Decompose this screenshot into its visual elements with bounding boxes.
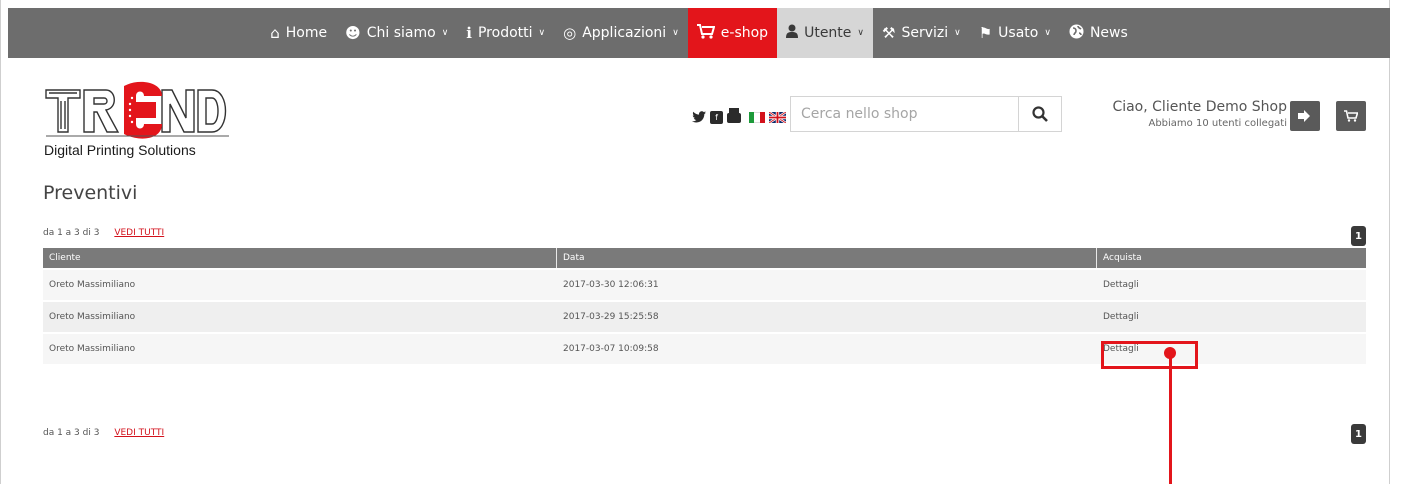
pagination-range: da 1 a 3 di 3 bbox=[43, 228, 100, 238]
home-icon: ⌂ bbox=[270, 24, 280, 42]
twitter-icon[interactable] bbox=[692, 108, 706, 127]
nav-utente-label: Utente bbox=[804, 25, 852, 41]
social-links: f bbox=[692, 108, 787, 127]
search-icon bbox=[1032, 106, 1048, 122]
cell-cliente: Oreto Massimiliano bbox=[49, 344, 136, 354]
logout-icon bbox=[1298, 110, 1310, 122]
nav-usato-label: Usato bbox=[998, 25, 1039, 41]
page-number-badge[interactable]: 1 bbox=[1351, 424, 1366, 444]
column-header-cliente: Cliente bbox=[43, 248, 557, 268]
table-row: Oreto Massimiliano 2017-03-29 15:25:58 D… bbox=[43, 300, 1366, 332]
details-link[interactable]: Dettagli bbox=[1097, 302, 1366, 332]
nav-eshop[interactable]: e-shop bbox=[687, 8, 778, 58]
nav-prodotti[interactable]: ℹ Prodotti ∨ bbox=[457, 8, 554, 58]
chevron-down-icon: ∨ bbox=[1044, 28, 1051, 38]
nav-utente[interactable]: Utente ∨ bbox=[777, 8, 873, 58]
nav-usato[interactable]: ⚑ Usato ∨ bbox=[970, 8, 1060, 58]
callout-dot bbox=[1164, 347, 1176, 359]
pagination-top: da 1 a 3 di 3 VEDI TUTTI bbox=[43, 228, 164, 238]
cart-icon bbox=[696, 23, 716, 43]
column-header-acquista: Acquista bbox=[1103, 253, 1142, 263]
nav-applicazioni-label: Applicazioni bbox=[582, 25, 667, 41]
cell-data: 2017-03-07 10:09:58 bbox=[563, 344, 659, 354]
page-number-badge[interactable]: 1 bbox=[1351, 226, 1366, 246]
uk-flag-icon[interactable] bbox=[768, 108, 787, 127]
nav-news[interactable]: News bbox=[1060, 8, 1137, 58]
cell-cliente: Oreto Massimiliano bbox=[49, 280, 136, 290]
nav-servizi-label: Servizi bbox=[901, 25, 949, 41]
search-input[interactable] bbox=[791, 97, 1018, 131]
nav-applicazioni[interactable]: ◎ Applicazioni ∨ bbox=[554, 8, 688, 58]
cart-button[interactable] bbox=[1336, 101, 1366, 131]
youtube-icon[interactable] bbox=[727, 108, 741, 127]
cell-cliente: Oreto Massimiliano bbox=[49, 312, 136, 322]
trend-logo[interactable]: Digital Printing Solutions bbox=[44, 80, 229, 160]
page-title: Preventivi bbox=[43, 182, 138, 204]
group-icon: ☻ bbox=[345, 24, 361, 42]
chevron-down-icon: ∨ bbox=[954, 28, 961, 38]
pagination-range: da 1 a 3 di 3 bbox=[43, 428, 100, 438]
facebook-icon[interactable]: f bbox=[710, 111, 723, 124]
chevron-down-icon: ∨ bbox=[441, 28, 449, 38]
callout-line bbox=[1169, 353, 1172, 484]
chevron-down-icon: ∨ bbox=[857, 28, 864, 38]
pagination-bottom: da 1 a 3 di 3 VEDI TUTTI bbox=[43, 428, 164, 438]
nav-home-label: Home bbox=[285, 25, 328, 41]
nav-servizi[interactable]: ⚒ Servizi ∨ bbox=[873, 8, 970, 58]
shop-search bbox=[790, 96, 1062, 132]
logo-tagline: Digital Printing Solutions bbox=[44, 142, 196, 158]
user-greeting: Ciao, Cliente Demo Shop bbox=[1112, 99, 1287, 115]
highlight-box bbox=[1101, 341, 1198, 369]
nav-home[interactable]: ⌂ Home bbox=[261, 8, 336, 58]
table-header: Cliente Data Acquista bbox=[43, 248, 1366, 268]
user-icon bbox=[786, 24, 799, 42]
cell-data: 2017-03-30 12:06:31 bbox=[563, 280, 659, 290]
view-all-link[interactable]: VEDI TUTTI bbox=[114, 228, 164, 238]
user-info: Ciao, Cliente Demo Shop Abbiamo 10 utent… bbox=[1112, 99, 1287, 129]
details-link[interactable]: Dettagli bbox=[1097, 270, 1366, 300]
nav-eshop-label: e-shop bbox=[720, 25, 769, 41]
nav-chi-siamo[interactable]: ☻ Chi siamo ∨ bbox=[336, 8, 457, 58]
table-row: Oreto Massimiliano 2017-03-30 12:06:31 D… bbox=[43, 268, 1366, 300]
search-button[interactable] bbox=[1018, 97, 1061, 131]
nav-prodotti-label: Prodotti bbox=[477, 25, 533, 41]
column-header-data: Data bbox=[557, 248, 1097, 268]
chevron-down-icon: ∨ bbox=[672, 28, 679, 38]
online-users-status: Abbiamo 10 utenti collegati bbox=[1148, 118, 1287, 129]
cart-icon bbox=[1344, 110, 1358, 122]
logout-button[interactable] bbox=[1290, 101, 1320, 131]
trend-wordmark bbox=[45, 81, 229, 139]
cell-data: 2017-03-29 15:25:58 bbox=[563, 312, 659, 322]
main-nav: ⌂ Home ☻ Chi siamo ∨ ℹ Prodotti ∨ ◎ Appl… bbox=[8, 8, 1390, 58]
info-icon: ℹ bbox=[466, 24, 472, 42]
chevron-down-icon: ∨ bbox=[538, 28, 546, 38]
italian-flag-icon[interactable] bbox=[749, 112, 765, 123]
nav-news-label: News bbox=[1089, 25, 1128, 41]
page-frame bbox=[0, 0, 1390, 484]
target-icon: ◎ bbox=[563, 24, 577, 42]
megaphone-icon: ⚑ bbox=[978, 24, 993, 42]
view-all-link[interactable]: VEDI TUTTI bbox=[114, 428, 164, 438]
nav-chi-siamo-label: Chi siamo bbox=[366, 25, 436, 41]
globe-icon bbox=[1069, 24, 1084, 43]
wrench-icon: ⚒ bbox=[882, 24, 896, 42]
